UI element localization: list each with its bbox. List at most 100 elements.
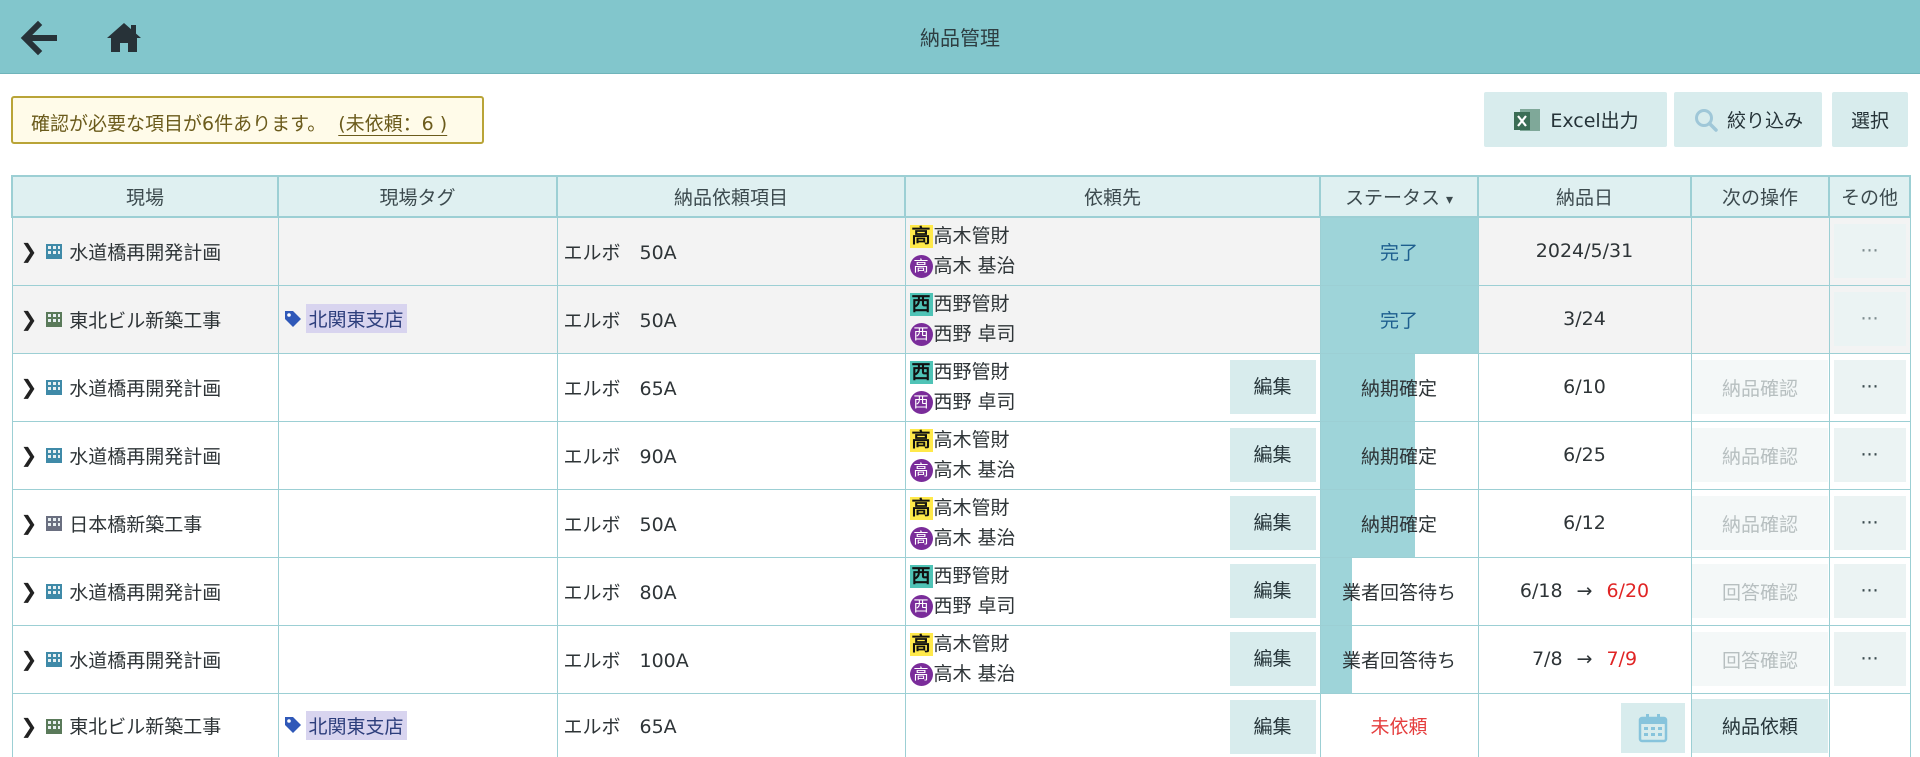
cell-vendor: 高高木管財高高木 基治 編集 <box>904 488 1321 558</box>
chevron-right-icon[interactable]: ❯ <box>21 239 38 263</box>
next-action-button[interactable]: 回答確認 <box>1692 564 1828 618</box>
arrow-right-icon: → <box>1576 580 1593 602</box>
header-vendor[interactable]: 依頼先 <box>904 175 1321 218</box>
table-row[interactable]: ❯ 水道橋再開発計画 エルボ 50A 高高木管財高高木 基治 完了 2024/5/31 ··… <box>11 216 1911 286</box>
header-site[interactable]: 現場 <box>11 175 279 218</box>
search-icon <box>1694 108 1718 132</box>
cell-site[interactable]: ❯ 水道橋再開発計画 <box>11 556 279 626</box>
item-name: エルボ 100A <box>563 649 689 672</box>
header-status[interactable]: ステータス ▾ <box>1319 175 1479 218</box>
next-action-button[interactable]: 納品確認 <box>1692 496 1828 550</box>
table-row[interactable]: ❯ 水道橋再開発計画 エルボ 65A 西西野管財西西野 卓司 編集 納期確定 6/10 納品確… <box>11 352 1911 422</box>
next-action-button[interactable]: 回答確認 <box>1692 632 1828 686</box>
cell-site[interactable]: ❯ 水道橋再開発計画 <box>11 420 279 490</box>
next-action-button[interactable]: 納品確認 <box>1692 428 1828 482</box>
vendor-company: 高木管財 <box>933 429 1010 451</box>
edit-button[interactable]: 編集 <box>1229 631 1316 686</box>
delivery-date: 6/10 <box>1563 376 1606 398</box>
header-status-label: ステータス <box>1344 187 1440 209</box>
cell-delivery-date <box>1477 692 1692 757</box>
unrequested-link[interactable]: (未依頼：6 ) <box>338 113 447 135</box>
table-row[interactable]: ❯ 水道橋再開発計画 エルボ 80A 西西野管財西西野 卓司 編集 業者回答待ち 6/18 →… <box>11 556 1911 626</box>
building-icon <box>46 312 63 327</box>
site-tag[interactable]: 北関東支店 <box>283 710 407 740</box>
more-options-button[interactable]: ··· <box>1833 360 1906 414</box>
chevron-right-icon[interactable]: ❯ <box>21 647 38 671</box>
table-row[interactable]: ❯ 東北ビル新築工事 北関東支店 エルボ 65A 編集 未依頼 納品依頼 <box>11 692 1911 757</box>
vendor-person: 高木 基治 <box>933 255 1016 278</box>
next-action-button[interactable]: 納品確認 <box>1692 360 1828 414</box>
cell-other <box>1828 692 1911 757</box>
more-options-button[interactable]: ··· <box>1833 496 1906 550</box>
chevron-right-icon[interactable]: ❯ <box>21 511 38 535</box>
proposed-date: 7/9 <box>1606 648 1638 670</box>
edit-button[interactable]: 編集 <box>1229 427 1316 482</box>
cell-status: 完了 <box>1319 216 1479 286</box>
site-name: 水道橋再開発計画 <box>69 241 222 264</box>
site-tag[interactable]: 北関東支店 <box>283 304 407 334</box>
cell-site[interactable]: ❯ 東北ビル新築工事 <box>11 692 279 757</box>
cell-vendor: 編集 <box>904 692 1321 757</box>
cell-site-tag <box>277 624 558 694</box>
header-next-action[interactable]: 次の操作 <box>1690 175 1830 218</box>
table-row[interactable]: ❯ 水道橋再開発計画 エルボ 90A 高高木管財高高木 基治 編集 納期確定 6/25 納品確… <box>11 420 1911 490</box>
filter-button[interactable]: 絞り込み <box>1674 92 1822 147</box>
cell-next-action: 回答確認 <box>1690 624 1830 694</box>
header-site-tag[interactable]: 現場タグ <box>277 175 558 218</box>
header-item[interactable]: 納品依頼項目 <box>556 175 906 218</box>
edit-button[interactable]: 編集 <box>1229 699 1316 754</box>
calendar-button[interactable] <box>1620 702 1685 753</box>
cell-site-tag <box>277 556 558 626</box>
tag-icon <box>284 717 301 734</box>
vendor-person: 高木 基治 <box>933 663 1016 685</box>
cell-site[interactable]: ❯ 東北ビル新築工事 <box>11 284 279 354</box>
excel-export-button[interactable]: Excel出力 <box>1484 92 1667 147</box>
chevron-right-icon[interactable]: ❯ <box>21 375 38 399</box>
cell-site[interactable]: ❯ 水道橋再開発計画 <box>11 624 279 694</box>
more-options-button[interactable]: ··· <box>1833 632 1906 686</box>
cell-site[interactable]: ❯ 水道橋再開発計画 <box>11 216 279 286</box>
cell-status: 納期確定 <box>1319 488 1479 558</box>
person-avatar: 高 <box>909 526 933 550</box>
cell-other: ··· <box>1828 488 1911 558</box>
delivery-date: 6/12 <box>1563 512 1606 534</box>
table-row[interactable]: ❯ 水道橋再開発計画 エルボ 100A 高高木管財高高木 基治 編集 業者回答待ち 7/8 →… <box>11 624 1911 694</box>
chevron-right-icon[interactable]: ❯ <box>21 714 38 738</box>
person-avatar: 西 <box>909 390 933 414</box>
person-avatar: 西 <box>909 322 933 346</box>
more-options-button[interactable]: ··· <box>1833 292 1906 346</box>
chevron-right-icon[interactable]: ❯ <box>21 443 38 467</box>
cell-site[interactable]: ❯ 水道橋再開発計画 <box>11 352 279 422</box>
edit-button[interactable]: 編集 <box>1229 563 1316 618</box>
edit-button[interactable]: 編集 <box>1229 495 1316 550</box>
person-avatar: 西 <box>909 594 933 618</box>
delivery-date: 2024/5/31 <box>1535 240 1634 263</box>
page-title: 納品管理 <box>920 26 1000 50</box>
edit-button[interactable]: 編集 <box>1229 359 1316 414</box>
site-name: 水道橋再開発計画 <box>69 581 222 604</box>
cell-vendor: 高高木管財高高木 基治 <box>904 216 1321 286</box>
select-button[interactable]: 選択 <box>1832 92 1908 147</box>
cell-other: ··· <box>1828 284 1911 354</box>
cell-delivery-date: 6/18 → 6/20 <box>1477 556 1692 626</box>
next-action-button[interactable]: 納品依頼 <box>1692 698 1828 753</box>
site-name: 水道橋再開発計画 <box>69 649 222 672</box>
item-name: エルボ 50A <box>563 241 677 264</box>
vendor-person: 西野 卓司 <box>933 323 1016 345</box>
chevron-right-icon[interactable]: ❯ <box>21 307 38 331</box>
cell-site[interactable]: ❯ 日本橋新築工事 <box>11 488 279 558</box>
cell-delivery-date: 6/10 <box>1477 352 1692 422</box>
chevron-right-icon[interactable]: ❯ <box>21 579 38 603</box>
table-row[interactable]: ❯ 日本橋新築工事 エルボ 50A 高高木管財高高木 基治 編集 納期確定 6/12 納品確認… <box>11 488 1911 558</box>
header-other[interactable]: その他 <box>1828 175 1911 218</box>
cell-vendor: 高高木管財高高木 基治 編集 <box>904 420 1321 490</box>
table-row[interactable]: ❯ 東北ビル新築工事 北関東支店 エルボ 50A 西西野管財西西野 卓司 完了 3/24 ··… <box>11 284 1911 354</box>
more-options-button[interactable]: ··· <box>1833 564 1906 618</box>
cell-delivery-date: 6/12 <box>1477 488 1692 558</box>
building-icon <box>46 244 63 260</box>
more-options-button[interactable]: ··· <box>1833 224 1906 279</box>
attention-notice: 確認が必要な項目が6件あります。 (未依頼：6 ) <box>11 96 484 144</box>
cell-status: 納期確定 <box>1319 352 1479 422</box>
header-delivery-date[interactable]: 納品日 <box>1477 175 1692 218</box>
more-options-button[interactable]: ··· <box>1833 428 1906 482</box>
